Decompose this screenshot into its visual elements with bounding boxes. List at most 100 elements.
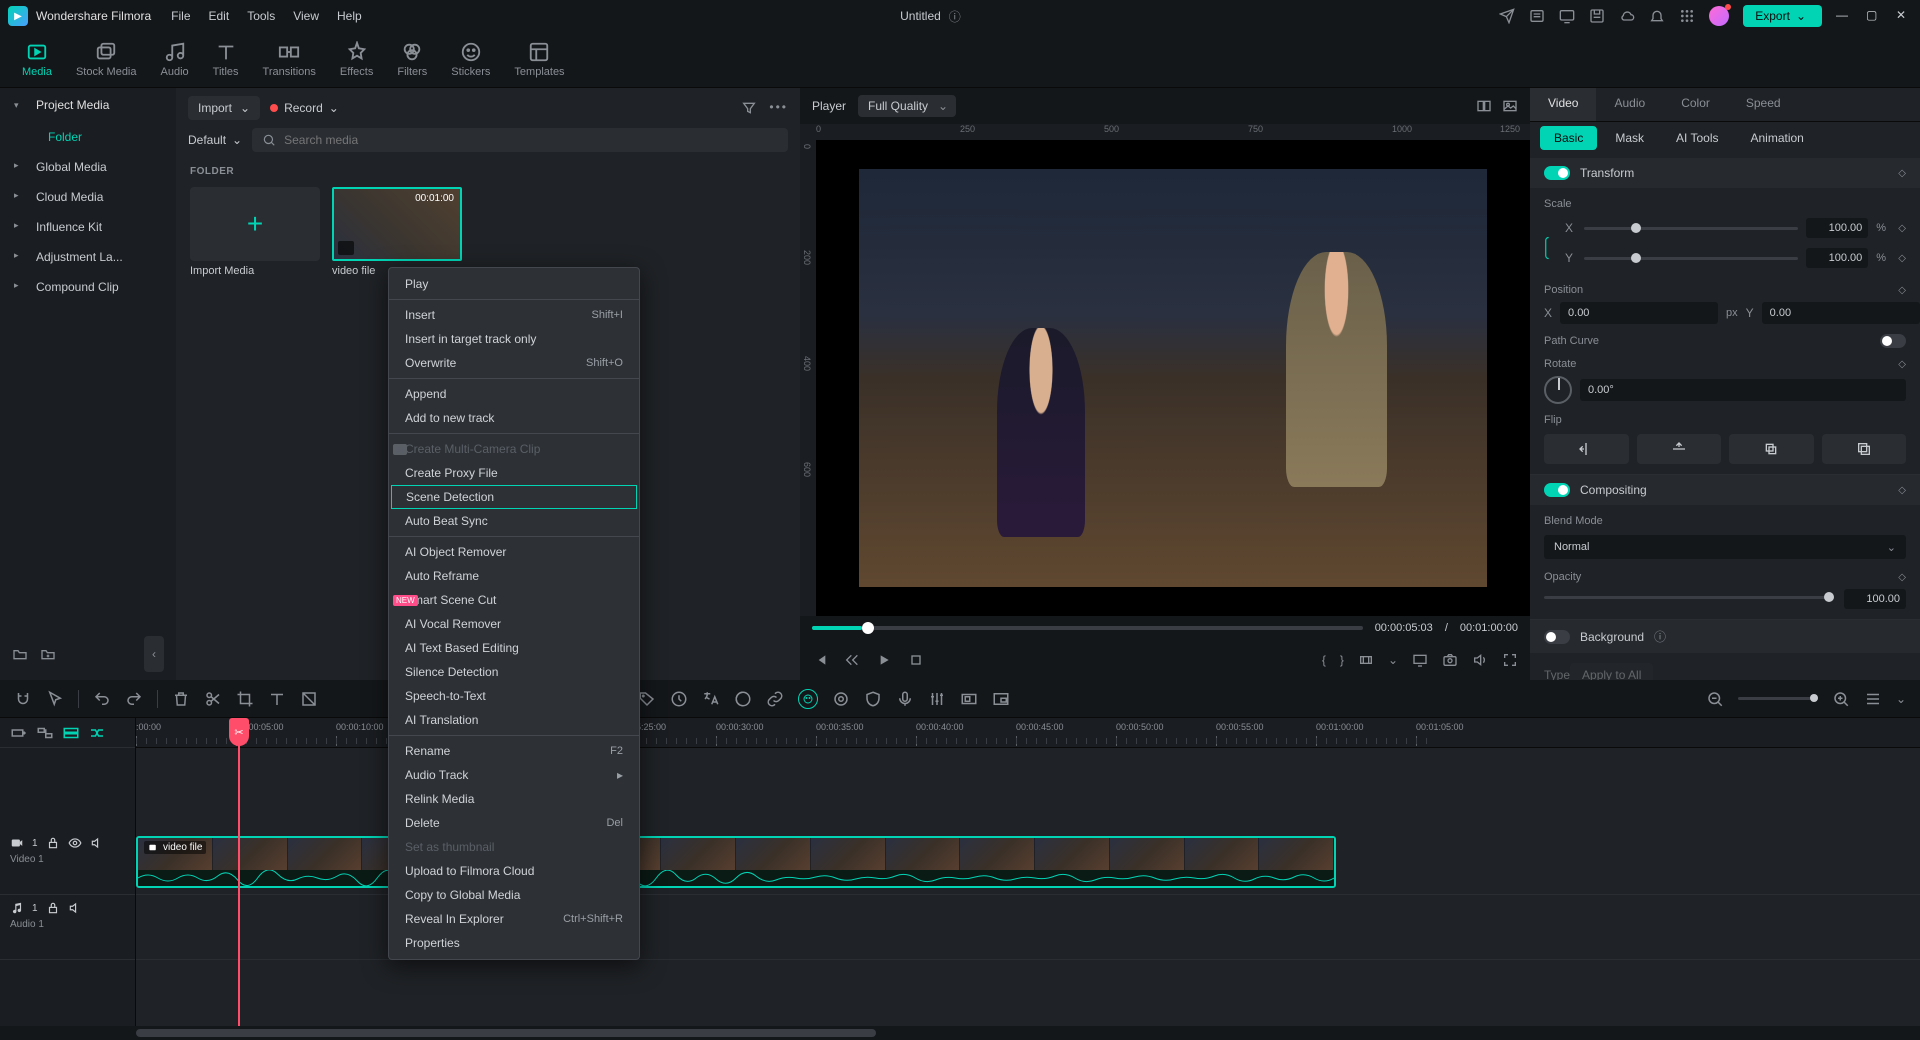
sort-dropdown[interactable]: Default⌄ [188, 133, 242, 147]
scale-y-input[interactable] [1806, 248, 1868, 268]
sidebar-item-adjustment[interactable]: ▸Adjustment La... [0, 242, 176, 272]
speed-icon[interactable] [670, 690, 688, 708]
flip-v-button[interactable] [1637, 434, 1722, 464]
cloud-icon[interactable] [1619, 8, 1635, 24]
search-field[interactable] [252, 128, 788, 152]
split-icon[interactable] [204, 690, 222, 708]
keyframe-icon[interactable]: ◇ [1898, 572, 1906, 583]
background-toggle[interactable] [1544, 630, 1570, 644]
track-link-icon[interactable] [36, 724, 54, 742]
background-header[interactable]: Background ⓘ [1530, 620, 1920, 653]
ctx-item[interactable]: Audio Track▸ [389, 763, 639, 787]
new-folder-icon[interactable] [40, 646, 56, 662]
monitor-icon[interactable] [1412, 652, 1428, 668]
keyframe-icon[interactable]: ◇ [1898, 359, 1906, 370]
text-icon[interactable] [268, 690, 286, 708]
flip-h-button[interactable] [1544, 434, 1629, 464]
info-icon[interactable]: ⓘ [1654, 628, 1666, 645]
step-back-icon[interactable] [844, 652, 860, 668]
list-icon[interactable] [1529, 8, 1545, 24]
collapse-sidebar-button[interactable]: ‹ [144, 636, 164, 672]
settings-caret-icon[interactable]: ⌄ [1388, 653, 1398, 667]
pathcurve-toggle[interactable] [1880, 334, 1906, 348]
ctx-item[interactable]: AI Vocal Remover [389, 612, 639, 636]
ctx-item[interactable]: OverwriteShift+O [389, 351, 639, 375]
color-icon[interactable] [734, 690, 752, 708]
ctx-item[interactable]: DeleteDel [389, 811, 639, 835]
redo-icon[interactable] [125, 690, 143, 708]
zoom-in-icon[interactable] [1832, 690, 1850, 708]
mic-icon[interactable] [896, 690, 914, 708]
mark-out-icon[interactable]: } [1340, 653, 1344, 667]
position-y-input[interactable] [1762, 302, 1920, 324]
scrub-handle[interactable] [862, 622, 874, 634]
subtab-aitools[interactable]: AI Tools [1662, 126, 1732, 150]
quality-dropdown[interactable]: Full Quality [858, 95, 956, 117]
ctx-item[interactable]: InsertShift+I [389, 303, 639, 327]
keyframe-icon[interactable]: ◇ [1898, 253, 1906, 264]
track-lock-icon[interactable] [62, 724, 80, 742]
subtab-mask[interactable]: Mask [1601, 126, 1658, 150]
close-icon[interactable]: ✕ [1896, 8, 1912, 24]
project-media-header[interactable]: ▾Project Media [0, 88, 176, 122]
ctx-item[interactable]: Silence Detection [389, 660, 639, 684]
ctx-item[interactable]: RenameF2 [389, 739, 639, 763]
pip-icon[interactable] [992, 690, 1010, 708]
eye-icon[interactable] [68, 836, 82, 850]
ctx-item[interactable]: Copy to Global Media [389, 883, 639, 907]
crop-zoom-icon[interactable] [300, 690, 318, 708]
scale-x-input[interactable] [1806, 218, 1868, 238]
crop-icon[interactable] [236, 690, 254, 708]
transform-toggle[interactable] [1544, 166, 1570, 180]
ctx-item[interactable]: Auto Reframe [389, 564, 639, 588]
face-track-icon[interactable] [798, 689, 818, 709]
send-icon[interactable] [1499, 8, 1515, 24]
stop-icon[interactable] [908, 652, 924, 668]
inspector-tab-audio[interactable]: Audio [1596, 88, 1663, 121]
minimize-icon[interactable]: — [1836, 8, 1852, 24]
scale-y-slider[interactable] [1584, 257, 1798, 260]
ctx-item[interactable]: AI Translation [389, 708, 639, 732]
rotate-dial[interactable] [1544, 376, 1572, 404]
menu-tools[interactable]: Tools [247, 9, 275, 23]
ratio-icon[interactable] [960, 690, 978, 708]
maximize-icon[interactable]: ▢ [1866, 8, 1882, 24]
tab-effects[interactable]: Effects [332, 37, 381, 82]
tab-filters[interactable]: Filters [389, 37, 435, 82]
zoom-out-icon[interactable] [1706, 690, 1724, 708]
filter-icon[interactable] [741, 100, 757, 116]
magnet-icon[interactable] [14, 690, 32, 708]
compositing-header[interactable]: Compositing ◇ [1530, 475, 1920, 505]
sidebar-item-influence[interactable]: ▸Influence Kit [0, 212, 176, 242]
save-icon[interactable] [1589, 8, 1605, 24]
search-input[interactable] [284, 133, 778, 147]
import-media-button[interactable]: + [190, 187, 320, 261]
delete-icon[interactable] [172, 690, 190, 708]
video-track-header[interactable]: 1 Video 1 [0, 830, 135, 895]
prev-frame-icon[interactable] [812, 652, 828, 668]
undo-icon[interactable] [93, 690, 111, 708]
scrub-bar[interactable] [812, 626, 1363, 630]
menu-view[interactable]: View [293, 9, 319, 23]
scrollbar-thumb[interactable] [136, 1029, 876, 1037]
tab-stickers[interactable]: Stickers [443, 37, 498, 82]
flip-copy-button[interactable] [1729, 434, 1814, 464]
ctx-item[interactable]: Create Proxy File [389, 461, 639, 485]
media-clip-thumbnail[interactable]: 00:01:00 [332, 187, 462, 261]
tab-templates[interactable]: Templates [506, 37, 572, 82]
view-mode-icon[interactable] [1864, 690, 1882, 708]
apps-icon[interactable] [1679, 8, 1695, 24]
track-add-icon[interactable] [10, 724, 28, 742]
transform-header[interactable]: Transform ◇ [1530, 158, 1920, 188]
mute-icon[interactable] [90, 836, 104, 850]
subtab-basic[interactable]: Basic [1540, 126, 1597, 150]
shield-icon[interactable] [864, 690, 882, 708]
ctx-item[interactable]: Insert in target track only [389, 327, 639, 351]
ctx-item[interactable]: AI Text Based Editing [389, 636, 639, 660]
ctx-item[interactable]: Scene Detection [391, 485, 637, 509]
target-icon[interactable] [832, 690, 850, 708]
rotate-input[interactable] [1580, 379, 1906, 401]
display-icon[interactable] [1559, 8, 1575, 24]
sidebar-item-cloud[interactable]: ▸Cloud Media [0, 182, 176, 212]
mark-in-icon[interactable]: { [1322, 653, 1326, 667]
